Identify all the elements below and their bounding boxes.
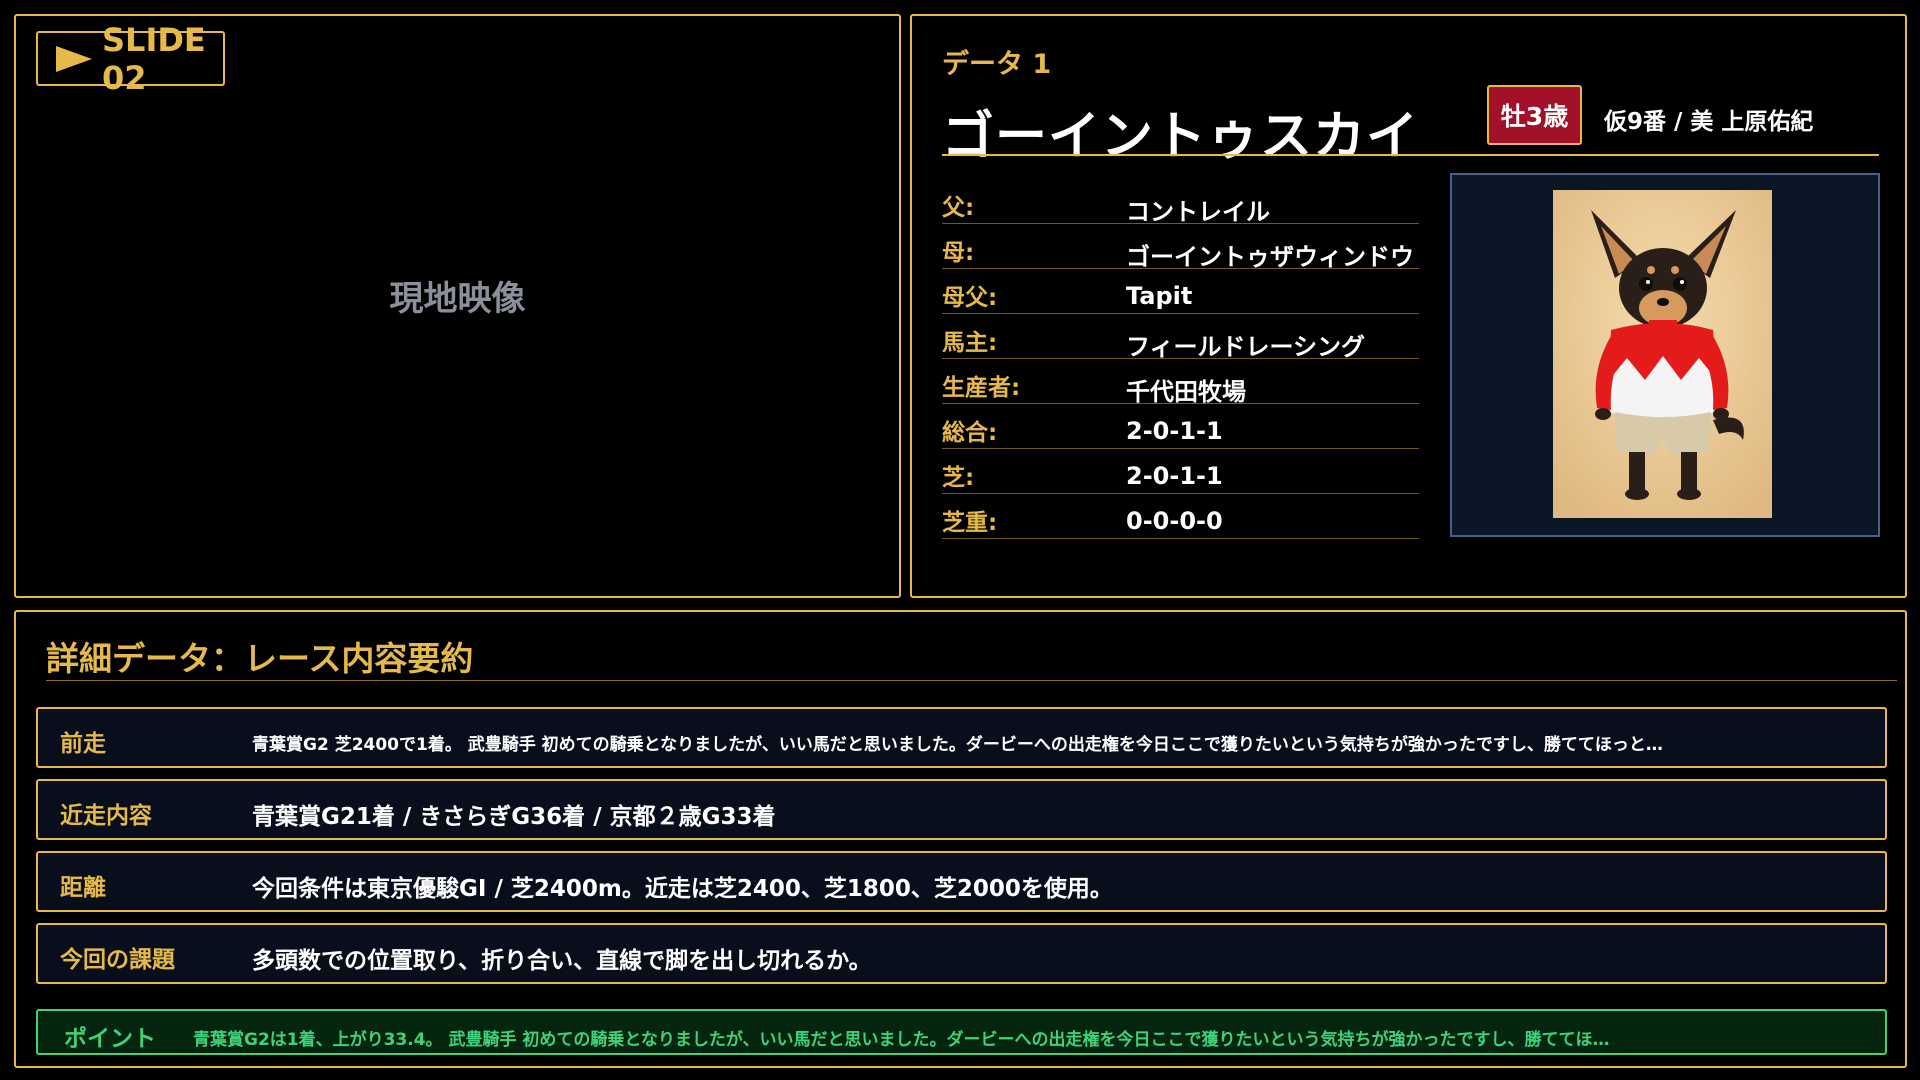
- horse-data-panel: データ 1 ゴーイントゥスカイ 牡3歳 仮9番 / 美 上原佑紀 父: コントレ…: [910, 14, 1907, 598]
- info-value: コントレイル: [1126, 198, 1270, 226]
- info-value: 2-0-1-1: [1126, 462, 1223, 490]
- info-key: 父:: [942, 195, 975, 221]
- info-key: 芝重:: [942, 510, 998, 536]
- data-label: データ 1: [942, 49, 1052, 80]
- info-row-sire: 父: コントレイル: [942, 180, 1419, 226]
- info-value: フィールドレーシング: [1126, 333, 1366, 361]
- pedigree-record-table: 父: コントレイル 母: ゴーイントゥザウィンドウ 母父: Tapit 馬主: …: [942, 180, 1419, 540]
- info-value: ゴーイントゥザウィンドウ: [1126, 243, 1414, 271]
- point-text: 青葉賞G2は1着、上がり33.4。 武豊騎手 初めての騎乗となりましたが、いい馬…: [193, 1030, 1610, 1050]
- play-icon: [56, 45, 92, 72]
- detail-row-distance: 距離 今回条件は東京優駿GI / 芝2400m。近走は芝2400、芝1800、芝…: [36, 851, 1887, 912]
- detail-divider: [46, 680, 1897, 681]
- name-divider: [942, 154, 1879, 156]
- row-label: 距離: [60, 875, 106, 901]
- info-value: 2-0-1-1: [1126, 417, 1223, 445]
- horse-name: ゴーイントゥスカイ: [942, 107, 1420, 167]
- info-row-overall-record: 総合: 2-0-1-1: [942, 405, 1419, 449]
- info-key: 馬主:: [942, 330, 998, 356]
- info-key: 芝:: [942, 465, 975, 491]
- info-row-dam-sire: 母父: Tapit: [942, 270, 1419, 314]
- info-value: 千代田牧場: [1126, 378, 1246, 406]
- detail-row-challenges: 今回の課題 多頭数での位置取り、折り合い、直線で脚を出し切れるか。: [36, 923, 1887, 984]
- row-label: 今回の課題: [60, 947, 175, 973]
- detail-row-previous-race: 前走 青葉賞G2 芝2400で1着。 武豊騎手 初めての騎乗となりましたが、いい…: [36, 707, 1887, 768]
- row-label: 近走内容: [60, 803, 152, 829]
- horse-photo: [1553, 190, 1772, 518]
- info-key: 母:: [942, 240, 975, 266]
- row-text: 今回条件は東京優駿GI / 芝2400m。近走は芝2400、芝1800、芝200…: [252, 876, 1113, 902]
- info-value: Tapit: [1126, 282, 1193, 310]
- detail-row-recent-races: 近走内容 青葉賞G21着 / きさらぎG36着 / 京都２歳G33着: [36, 779, 1887, 840]
- info-key: 総合:: [942, 420, 998, 446]
- video-placeholder-text: 現地映像: [389, 279, 526, 319]
- slide-label: SLIDE 02: [102, 20, 206, 97]
- point-label: ポイント: [64, 1026, 156, 1052]
- point-row: ポイント 青葉賞G2は1着、上がり33.4。 武豊騎手 初めての騎乗となりました…: [36, 1009, 1887, 1055]
- sex-age-badge: 牡3歳: [1487, 85, 1582, 145]
- detail-title: 詳細データ：レース内容要約: [46, 639, 474, 678]
- row-label: 前走: [60, 731, 106, 757]
- photo-frame: [1450, 173, 1880, 537]
- row-text: 青葉賞G21着 / きさらぎG36着 / 京都２歳G33着: [252, 804, 776, 830]
- info-row-dam: 母: ゴーイントゥザウィンドウ: [942, 225, 1419, 271]
- info-row-turf-record: 芝: 2-0-1-1: [942, 450, 1419, 494]
- slide-badge: SLIDE 02: [36, 21, 225, 97]
- video-panel: SLIDE 02 現地映像: [14, 14, 901, 598]
- info-key: 生産者:: [942, 375, 1021, 401]
- info-value: 0-0-0-0: [1126, 507, 1223, 535]
- detail-panel: 詳細データ：レース内容要約 前走 青葉賞G2 芝2400で1着。 武豊騎手 初め…: [14, 610, 1907, 1068]
- gate-trainer-text: 仮9番 / 美 上原佑紀: [1604, 109, 1814, 135]
- info-row-owner: 馬主: フィールドレーシング: [942, 315, 1419, 361]
- row-text: 多頭数での位置取り、折り合い、直線で脚を出し切れるか。: [252, 948, 872, 974]
- info-row-heavy-turf-record: 芝重: 0-0-0-0: [942, 495, 1419, 539]
- info-key: 母父:: [942, 285, 998, 311]
- info-row-breeder: 生産者: 千代田牧場: [942, 360, 1419, 406]
- row-text: 青葉賞G2 芝2400で1着。 武豊騎手 初めての騎乗となりましたが、いい馬だと…: [252, 735, 1663, 755]
- chihuahua-jockey-illustration: [1553, 190, 1772, 518]
